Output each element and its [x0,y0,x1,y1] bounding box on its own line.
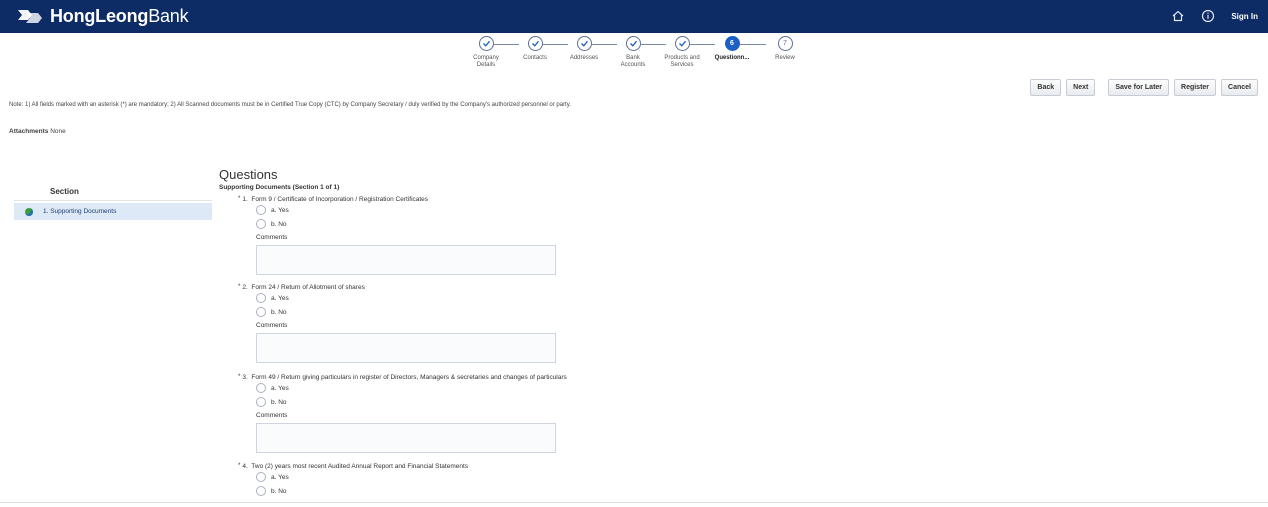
footer-divider [0,502,1268,503]
back-button[interactable]: Back [1030,79,1062,96]
question-text: * 1. Form 9 / Certificate of Incorporatio… [238,196,429,203]
home-icon[interactable] [1171,9,1185,23]
progress-train: Company Details Contacts Addresses Bank Ac… [470,36,810,76]
check-icon [674,36,690,51]
question-text: * 4. Two (2) years most recent Audited An… [238,463,469,470]
question-text: * 3. Form 49 / Return giving particulars … [238,374,567,381]
question-label: Two (2) years most recent Audited Annual… [251,463,469,470]
option-no[interactable]: b. No [256,484,468,498]
question-number: 2. [242,284,248,291]
option-no[interactable]: b. No [256,217,556,231]
radio-button[interactable] [256,219,266,229]
section-item-label: 1. Supporting Documents [43,208,117,215]
check-icon [576,36,592,51]
question-text: * 2. Form 24 / Return of Allotment of sha… [238,284,365,291]
option-label: b. No [271,220,287,228]
check-icon [478,36,494,51]
register-button[interactable]: Register [1174,79,1217,96]
info-icon[interactable] [1201,9,1215,23]
option-yes[interactable]: a. Yes [256,291,556,305]
section-item-supporting-documents[interactable]: 1. Supporting Documents [14,203,212,220]
check-icon [625,36,641,51]
action-buttons: Back Next Save for Later Register Cancel [1030,79,1258,96]
comments-textarea[interactable] [256,245,556,275]
step-label: Details [476,62,496,68]
question-3: * 3. Form 49 / Return giving particulars … [238,374,567,453]
save-for-later-button[interactable]: Save for Later [1108,79,1170,96]
option-label: b. No [271,398,287,406]
step-label: Company [473,55,499,61]
attachments-label: Attachments [9,128,49,135]
option-label: b. No [271,487,287,495]
option-no[interactable]: b. No [256,395,567,409]
step-label: Review [775,55,795,61]
attachments-row: Attachments None [9,128,66,135]
step-number-badge: 6 [724,36,740,51]
top-bar: HongLeongBank Sign In [0,0,1268,33]
option-label: a. Yes [271,294,289,302]
radio-button[interactable] [256,205,266,215]
section-header: Section [14,183,212,201]
questions-title: Questions [219,167,278,182]
step-label: Bank [626,55,640,61]
option-label: b. No [271,308,287,316]
question-label: Form 9 / Certificate of Incorporation / … [251,196,429,203]
comments-label: Comments [256,412,288,419]
radio-button[interactable] [256,383,266,393]
question-2: * 2. Form 24 / Return of Allotment of sha… [238,284,556,363]
option-label: a. Yes [271,473,289,481]
radio-button[interactable] [256,397,266,407]
attachments-value: None [50,128,66,135]
step-label: Contacts [523,55,547,61]
comments-textarea[interactable] [256,423,556,453]
option-yes[interactable]: a. Yes [256,381,567,395]
option-yes[interactable]: a. Yes [256,470,468,484]
comments-label: Comments [256,234,288,241]
mandatory-note: Note: 1) All fields marked with an aster… [9,102,571,108]
step-label: Questionn... [714,55,750,61]
comments-label: Comments [256,322,288,329]
option-yes[interactable]: a. Yes [256,203,556,217]
question-label: Form 49 / Return giving particulars in r… [251,374,567,381]
question-number: 1. [242,196,248,203]
section-panel: Section 1. Supporting Documents [14,183,212,220]
question-1: * 1. Form 9 / Certificate of Incorporatio… [238,196,556,275]
option-no[interactable]: b. No [256,305,556,319]
next-button[interactable]: Next [1066,79,1096,96]
step-label: Services [670,62,694,68]
train-step-review[interactable]: 7 Review [755,36,815,62]
step-number-badge: 7 [777,36,793,51]
radio-button[interactable] [256,307,266,317]
questions-header: Questions Supporting Documents (Section … [219,167,339,191]
cancel-button[interactable]: Cancel [1221,79,1258,96]
radio-button[interactable] [256,293,266,303]
hong-leong-logo-icon [18,9,42,23]
check-icon [527,36,543,51]
option-label: a. Yes [271,206,289,214]
train-step-questionnaire[interactable]: 6 Questionn... [702,36,762,62]
section-status-icon [25,207,33,216]
questions-subtitle: Supporting Documents (Section 1 of 1) [219,184,340,191]
sign-in-link[interactable]: Sign In [1231,12,1258,21]
brand-name: HongLeongBank [50,6,189,26]
question-label: Form 24 / Return of Allotment of shares [251,284,365,291]
step-label: Products and [664,55,700,61]
comments-textarea[interactable] [256,333,556,363]
step-label: Accounts [620,62,646,68]
question-number: 4. [242,463,248,470]
radio-button[interactable] [256,472,266,482]
bank-logo[interactable]: HongLeongBank [16,6,189,27]
step-label: Addresses [569,55,599,61]
question-4: * 4. Two (2) years most recent Audited An… [238,463,468,498]
question-number: 3. [242,374,248,381]
radio-button[interactable] [256,486,266,496]
option-label: a. Yes [271,384,289,392]
